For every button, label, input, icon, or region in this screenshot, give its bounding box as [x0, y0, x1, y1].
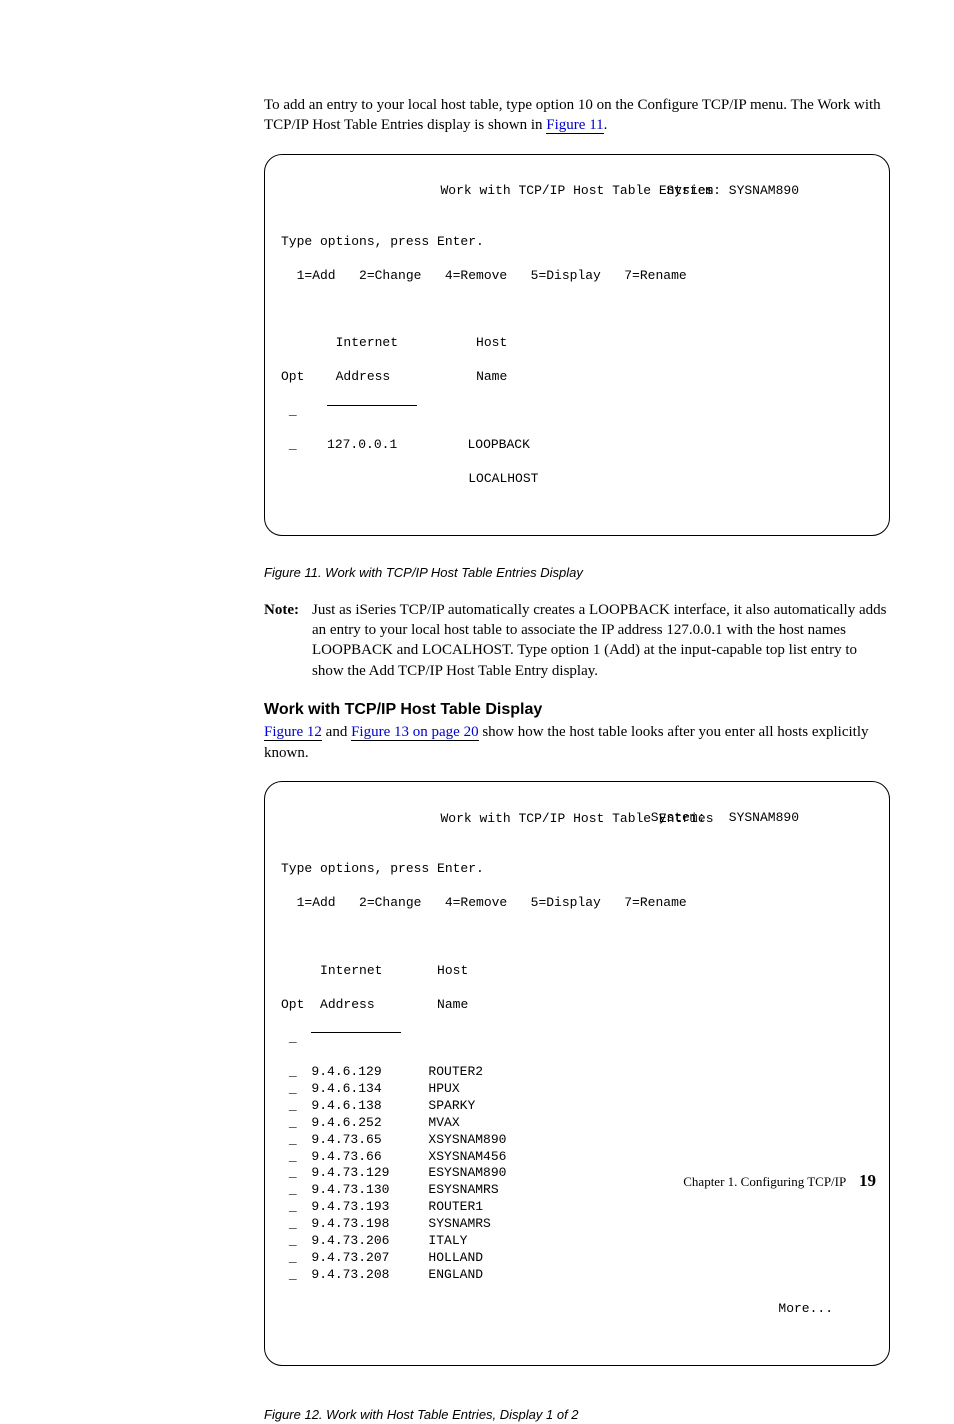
opt-field[interactable]: _ — [289, 1250, 296, 1267]
table-row: _ 9.4.73.206 ITALY — [281, 1233, 873, 1250]
opt-field[interactable]: _ — [289, 1132, 296, 1149]
opt-field[interactable]: _ — [289, 1182, 296, 1199]
data-row-cont: LOCALHOST — [281, 471, 873, 488]
system-indicator: System: SYSNAM890 — [666, 183, 799, 200]
note-block: Note: Just as iSeries TCP/IP automatical… — [264, 600, 890, 681]
opt-field[interactable]: _ — [289, 1216, 296, 1233]
section-paragraph: Figure 12 and Figure 13 on page 20 show … — [264, 722, 890, 763]
opt-field[interactable]: _ — [289, 1064, 296, 1081]
link-figure-11[interactable]: Figure 11 — [546, 117, 603, 134]
opt-field[interactable]: _ — [289, 1165, 296, 1182]
figure-12-caption: Figure 12. Work with Host Table Entries,… — [264, 1406, 890, 1424]
input-row[interactable]: _ — [281, 403, 873, 420]
link-figure-13[interactable]: Figure 13 on page 20 — [351, 724, 478, 741]
more-indicator: More... — [281, 1301, 873, 1318]
table-row: _ 9.4.73.207 HOLLAND — [281, 1250, 873, 1267]
terminal-screen-figure-12: Work with TCP/IP Host Table Entries Syst… — [264, 781, 890, 1366]
table-row: _ 9.4.73.65 XSYSNAM890 — [281, 1132, 873, 1149]
opt-field[interactable]: _ — [289, 1081, 296, 1098]
opt-field[interactable]: _ — [289, 1267, 296, 1284]
link-figure-12[interactable]: Figure 12 — [264, 724, 322, 741]
options-line: 1=Add 2=Change 4=Remove 5=Display 7=Rena… — [281, 268, 873, 285]
system-indicator: System: SYSNAM890 — [651, 810, 799, 827]
table-row: _ 9.4.6.129 ROUTER2 — [281, 1064, 873, 1081]
opt-field[interactable]: _ — [289, 1233, 296, 1250]
address-input-field[interactable] — [327, 405, 417, 408]
table-row: _ 9.4.73.198 SYSNAMRS — [281, 1216, 873, 1233]
note-body: Just as iSeries TCP/IP automatically cre… — [264, 600, 890, 681]
opt-field[interactable]: _ — [289, 1030, 296, 1047]
opt-field[interactable]: _ — [289, 1199, 296, 1216]
table-row: _ 9.4.73.193 ROUTER1 — [281, 1199, 873, 1216]
opt-field[interactable]: _ — [289, 1149, 296, 1166]
instruction-line: Type options, press Enter. — [281, 234, 873, 251]
col-head-2: Opt Address Name — [281, 369, 873, 386]
opt-field[interactable]: _ — [289, 1098, 296, 1115]
instruction-line: Type options, press Enter. — [281, 861, 873, 878]
blank-line — [281, 929, 873, 946]
page-footer: Chapter 1. Configuring TCP/IP 19 — [683, 1170, 876, 1193]
chapter-label: Chapter 1. Configuring TCP/IP — [683, 1174, 846, 1189]
note-label: Note: — [264, 602, 299, 618]
table-row: _ 9.4.6.134 HPUX — [281, 1081, 873, 1098]
col-head-2: Opt Address Name — [281, 997, 873, 1014]
options-line: 1=Add 2=Change 4=Remove 5=Display 7=Rena… — [281, 895, 873, 912]
intro-paragraph: To add an entry to your local host table… — [264, 95, 890, 136]
opt-field[interactable]: _ — [289, 1115, 296, 1132]
table-row: _ 9.4.73.66 XSYSNAM456 — [281, 1149, 873, 1166]
table-row: _ 9.4.73.208 ENGLAND — [281, 1267, 873, 1284]
address-input-field[interactable] — [311, 1032, 401, 1035]
terminal-screen-figure-11: Work with TCP/IP Host Table Entries Syst… — [264, 154, 890, 537]
table-row: _ 9.4.6.252 MVAX — [281, 1115, 873, 1132]
data-row: _ 127.0.0.1 LOOPBACK — [281, 437, 873, 454]
page-number: 19 — [859, 1171, 876, 1190]
blank-line — [281, 302, 873, 319]
table-row: _ 9.4.6.138 SPARKY — [281, 1098, 873, 1115]
figure-11-caption: Figure 11. Work with TCP/IP Host Table E… — [264, 564, 890, 582]
intro-text-b: . — [604, 117, 608, 133]
opt-field[interactable]: _ — [289, 403, 296, 420]
input-row[interactable]: _ — [281, 1030, 873, 1047]
col-head-1: Internet Host — [281, 335, 873, 352]
section-heading: Work with TCP/IP Host Table Display — [264, 699, 890, 721]
opt-field[interactable]: _ — [289, 437, 296, 454]
col-head-1: Internet Host — [281, 963, 873, 980]
